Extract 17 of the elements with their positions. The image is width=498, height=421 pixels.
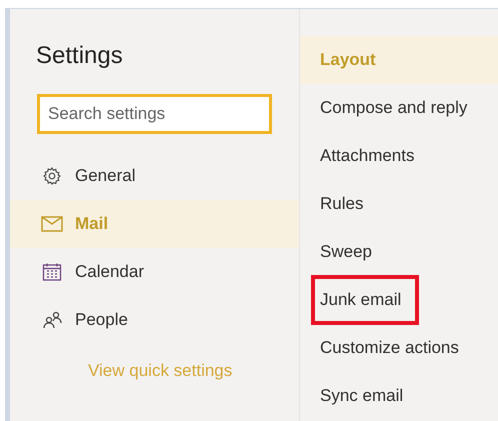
nav-item[interactable]: Calendar — [10, 248, 299, 296]
subnav-item[interactable]: Junk email — [300, 276, 498, 324]
settings-icon — [42, 166, 62, 186]
subnav-item[interactable]: Customize actions — [300, 324, 498, 372]
people-icon — [42, 310, 62, 330]
search-field[interactable]: Search settings — [37, 94, 272, 134]
calendar-icon — [42, 262, 62, 282]
settings-title: Settings — [36, 41, 124, 71]
subnav-item[interactable]: Compose and reply — [300, 84, 498, 132]
mail-icon — [41, 216, 63, 232]
nav-item[interactable]: People — [10, 296, 299, 344]
subnav-item[interactable]: Sync email — [300, 372, 498, 420]
subnav-item[interactable]: Attachments — [300, 132, 498, 180]
nav-item[interactable]: General — [10, 152, 299, 200]
highlight-outline: Junk email — [313, 277, 418, 323]
subnav-item[interactable]: Rules — [300, 180, 498, 228]
subnav-item[interactable]: Sweep — [300, 228, 498, 276]
